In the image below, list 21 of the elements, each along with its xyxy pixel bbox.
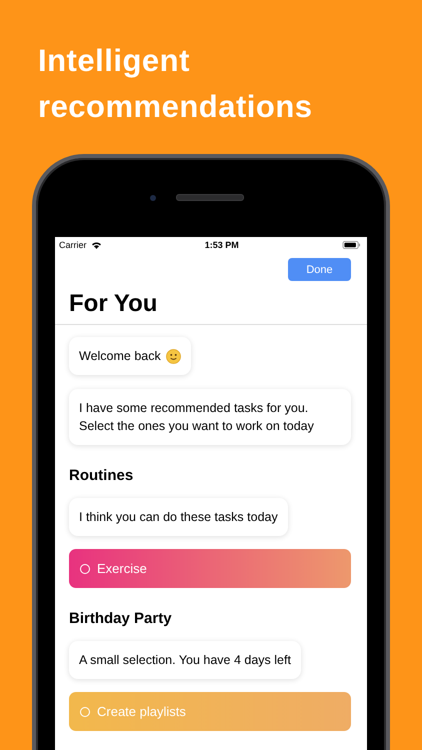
message-text: A small selection. You have 4 days left <box>79 652 291 669</box>
checkbox-circle[interactable] <box>80 564 90 574</box>
message-text: Welcome back <box>79 348 161 365</box>
battery-icon <box>342 241 361 249</box>
message-text: I think you can do these tasks today <box>79 509 278 526</box>
task-label: Exercise <box>97 561 147 576</box>
screen-title: For You <box>69 290 158 318</box>
status-time: 1:53 PM <box>204 240 239 250</box>
headline: Intelligent recommendations <box>38 42 314 126</box>
done-button[interactable]: Done <box>288 258 351 281</box>
checkbox-circle[interactable] <box>80 706 90 716</box>
task-item[interactable]: Exercise <box>69 549 351 588</box>
task-label: Create playlists <box>97 704 186 719</box>
task-item[interactable]: Create playlists <box>69 692 351 731</box>
wifi-icon <box>90 241 102 249</box>
section-heading: Birthday Party <box>69 610 172 627</box>
speaker-icon <box>176 194 244 201</box>
message-text: I have some recommended tasks for you. Select the ones you want to work on today <box>79 400 315 435</box>
section-heading: Routines <box>69 467 134 484</box>
carrier-label: Carrier <box>59 240 87 250</box>
camera-icon <box>150 194 156 200</box>
